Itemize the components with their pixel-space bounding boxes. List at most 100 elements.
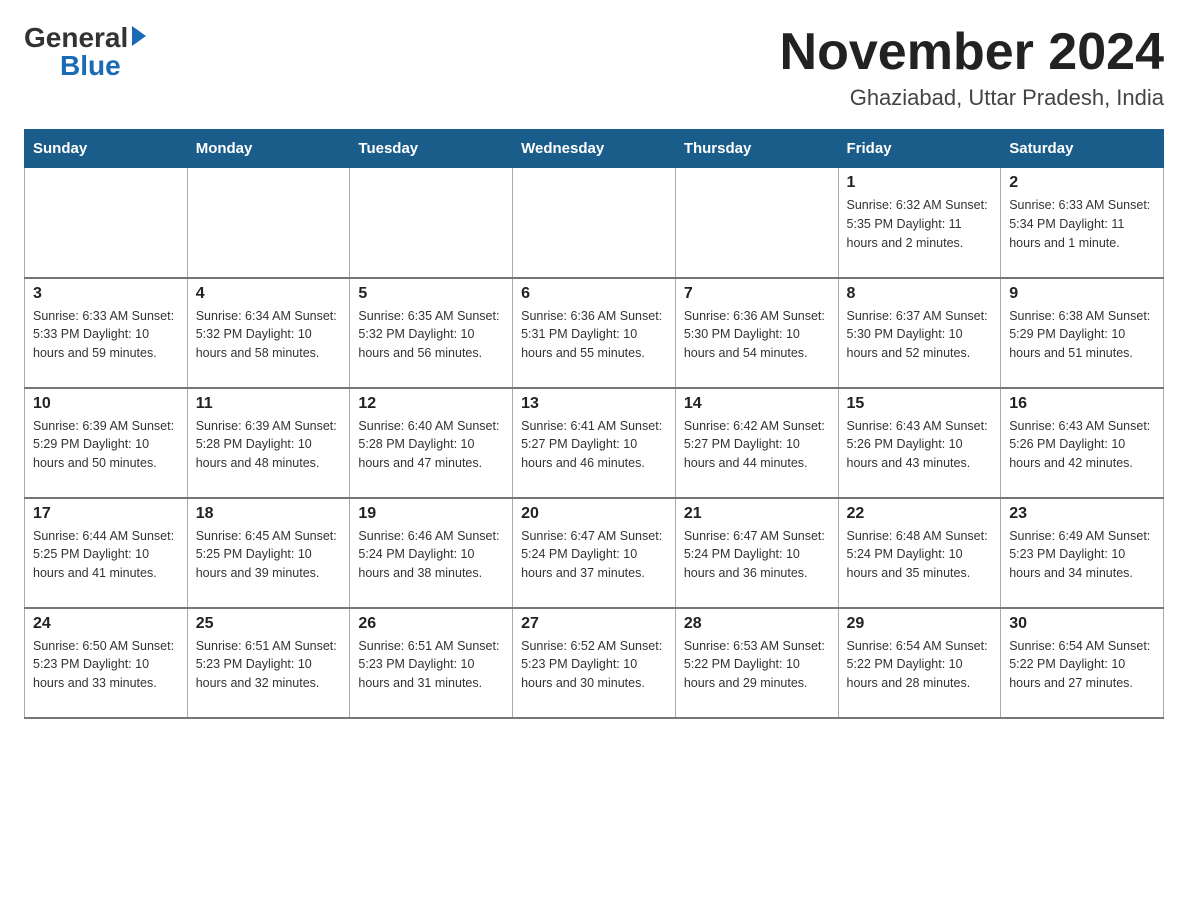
day-info: Sunrise: 6:44 AM Sunset: 5:25 PM Dayligh…	[33, 527, 179, 583]
calendar-cell: 2 Sunrise: 6:33 AM Sunset: 5:34 PM Daylig…	[1001, 168, 1164, 278]
page-header: General Blue November 2024 Ghaziabad, Ut…	[24, 24, 1164, 111]
calendar-week-row: 1Sunrise: 6:32 AM Sunset: 5:35 PM Daylig…	[25, 168, 1164, 278]
calendar-cell: 10 Sunrise: 6:39 AM Sunset: 5:29 PM Dayli…	[25, 388, 188, 498]
day-info: Sunrise: 6:47 AM Sunset: 5:24 PM Dayligh…	[684, 527, 830, 583]
day-number: 2	[1009, 174, 1155, 192]
day-number: 1	[847, 174, 993, 192]
calendar-cell: 23 Sunrise: 6:49 AM Sunset: 5:23 PM Dayli…	[1001, 498, 1164, 608]
day-info: Sunrise: 6:51 AM Sunset: 5:23 PM Dayligh…	[196, 637, 342, 693]
calendar-cell: 5 Sunrise: 6:35 AM Sunset: 5:32 PM Daylig…	[350, 278, 513, 388]
day-number: 26	[358, 615, 504, 633]
logo-blue-text: Blue	[60, 50, 121, 81]
day-info: Sunrise: 6:41 AM Sunset: 5:27 PM Dayligh…	[521, 417, 667, 473]
calendar-table: SundayMondayTuesdayWednesdayThursdayFrid…	[24, 129, 1164, 719]
calendar-week-row: 3Sunrise: 6:33 AM Sunset: 5:33 PM Daylig…	[25, 278, 1164, 388]
day-number: 6	[521, 285, 667, 303]
calendar-cell: 26 Sunrise: 6:51 AM Sunset: 5:23 PM Dayli…	[350, 608, 513, 718]
day-number: 13	[521, 395, 667, 413]
calendar-week-row: 17Sunrise: 6:44 AM Sunset: 5:25 PM Dayli…	[25, 498, 1164, 608]
calendar-cell: 4Sunrise: 6:34 AM Sunset: 5:32 PM Daylig…	[187, 278, 350, 388]
calendar-cell: 15 Sunrise: 6:43 AM Sunset: 5:26 PM Dayli…	[838, 388, 1001, 498]
calendar-cell: 20 Sunrise: 6:47 AM Sunset: 5:24 PM Dayli…	[513, 498, 676, 608]
weekday-header-sunday: Sunday	[25, 130, 188, 168]
calendar-cell: 13 Sunrise: 6:41 AM Sunset: 5:27 PM Dayli…	[513, 388, 676, 498]
calendar-location: Ghaziabad, Uttar Pradesh, India	[780, 85, 1164, 111]
calendar-cell: 14 Sunrise: 6:42 AM Sunset: 5:27 PM Dayli…	[675, 388, 838, 498]
day-number: 20	[521, 505, 667, 523]
calendar-cell: 25 Sunrise: 6:51 AM Sunset: 5:23 PM Dayli…	[187, 608, 350, 718]
weekday-header-friday: Friday	[838, 130, 1001, 168]
calendar-body: 1Sunrise: 6:32 AM Sunset: 5:35 PM Daylig…	[25, 168, 1164, 718]
weekday-header-thursday: Thursday	[675, 130, 838, 168]
day-number: 25	[196, 615, 342, 633]
calendar-cell	[675, 168, 838, 278]
calendar-cell	[187, 168, 350, 278]
day-number: 30	[1009, 615, 1155, 633]
weekday-header-row: SundayMondayTuesdayWednesdayThursdayFrid…	[25, 130, 1164, 168]
day-number: 9	[1009, 285, 1155, 303]
day-info: Sunrise: 6:45 AM Sunset: 5:25 PM Dayligh…	[196, 527, 342, 583]
day-number: 15	[847, 395, 993, 413]
calendar-cell: 7 Sunrise: 6:36 AM Sunset: 5:30 PM Daylig…	[675, 278, 838, 388]
day-info: Sunrise: 6:49 AM Sunset: 5:23 PM Dayligh…	[1009, 527, 1155, 583]
calendar-header: SundayMondayTuesdayWednesdayThursdayFrid…	[25, 130, 1164, 168]
day-info: Sunrise: 6:37 AM Sunset: 5:30 PM Dayligh…	[847, 307, 993, 363]
day-info: Sunrise: 6:46 AM Sunset: 5:24 PM Dayligh…	[358, 527, 504, 583]
day-info: Sunrise: 6:47 AM Sunset: 5:24 PM Dayligh…	[521, 527, 667, 583]
day-number: 23	[1009, 505, 1155, 523]
day-info: Sunrise: 6:33 AM Sunset: 5:34 PM Dayligh…	[1009, 196, 1155, 252]
day-number: 4	[196, 285, 342, 303]
logo-general-text: General	[24, 24, 128, 52]
day-number: 7	[684, 285, 830, 303]
day-number: 18	[196, 505, 342, 523]
day-number: 10	[33, 395, 179, 413]
day-info: Sunrise: 6:38 AM Sunset: 5:29 PM Dayligh…	[1009, 307, 1155, 363]
day-info: Sunrise: 6:51 AM Sunset: 5:23 PM Dayligh…	[358, 637, 504, 693]
day-info: Sunrise: 6:48 AM Sunset: 5:24 PM Dayligh…	[847, 527, 993, 583]
calendar-cell: 30 Sunrise: 6:54 AM Sunset: 5:22 PM Dayli…	[1001, 608, 1164, 718]
day-number: 19	[358, 505, 504, 523]
day-info: Sunrise: 6:50 AM Sunset: 5:23 PM Dayligh…	[33, 637, 179, 693]
calendar-cell: 11Sunrise: 6:39 AM Sunset: 5:28 PM Dayli…	[187, 388, 350, 498]
calendar-cell: 27 Sunrise: 6:52 AM Sunset: 5:23 PM Dayli…	[513, 608, 676, 718]
day-info: Sunrise: 6:54 AM Sunset: 5:22 PM Dayligh…	[1009, 637, 1155, 693]
logo-arrow-icon	[132, 26, 146, 46]
calendar-cell: 29 Sunrise: 6:54 AM Sunset: 5:22 PM Dayli…	[838, 608, 1001, 718]
day-number: 8	[847, 285, 993, 303]
day-info: Sunrise: 6:40 AM Sunset: 5:28 PM Dayligh…	[358, 417, 504, 473]
day-number: 24	[33, 615, 179, 633]
calendar-cell: 21Sunrise: 6:47 AM Sunset: 5:24 PM Dayli…	[675, 498, 838, 608]
calendar-title-block: November 2024 Ghaziabad, Uttar Pradesh, …	[780, 24, 1164, 111]
calendar-cell: 16Sunrise: 6:43 AM Sunset: 5:26 PM Dayli…	[1001, 388, 1164, 498]
day-number: 5	[358, 285, 504, 303]
calendar-cell: 9 Sunrise: 6:38 AM Sunset: 5:29 PM Daylig…	[1001, 278, 1164, 388]
day-info: Sunrise: 6:42 AM Sunset: 5:27 PM Dayligh…	[684, 417, 830, 473]
day-info: Sunrise: 6:43 AM Sunset: 5:26 PM Dayligh…	[847, 417, 993, 473]
calendar-cell: 28 Sunrise: 6:53 AM Sunset: 5:22 PM Dayli…	[675, 608, 838, 718]
calendar-cell: 17Sunrise: 6:44 AM Sunset: 5:25 PM Dayli…	[25, 498, 188, 608]
day-number: 14	[684, 395, 830, 413]
day-info: Sunrise: 6:36 AM Sunset: 5:30 PM Dayligh…	[684, 307, 830, 363]
weekday-header-wednesday: Wednesday	[513, 130, 676, 168]
calendar-cell	[513, 168, 676, 278]
calendar-month-year: November 2024	[780, 24, 1164, 81]
day-info: Sunrise: 6:54 AM Sunset: 5:22 PM Dayligh…	[847, 637, 993, 693]
day-info: Sunrise: 6:33 AM Sunset: 5:33 PM Dayligh…	[33, 307, 179, 363]
day-number: 28	[684, 615, 830, 633]
calendar-cell: 18 Sunrise: 6:45 AM Sunset: 5:25 PM Dayli…	[187, 498, 350, 608]
day-info: Sunrise: 6:52 AM Sunset: 5:23 PM Dayligh…	[521, 637, 667, 693]
day-info: Sunrise: 6:35 AM Sunset: 5:32 PM Dayligh…	[358, 307, 504, 363]
day-number: 29	[847, 615, 993, 633]
weekday-header-saturday: Saturday	[1001, 130, 1164, 168]
calendar-cell: 22Sunrise: 6:48 AM Sunset: 5:24 PM Dayli…	[838, 498, 1001, 608]
day-info: Sunrise: 6:39 AM Sunset: 5:29 PM Dayligh…	[33, 417, 179, 473]
weekday-header-monday: Monday	[187, 130, 350, 168]
day-number: 12	[358, 395, 504, 413]
day-info: Sunrise: 6:43 AM Sunset: 5:26 PM Dayligh…	[1009, 417, 1155, 473]
calendar-cell	[350, 168, 513, 278]
calendar-cell: 3Sunrise: 6:33 AM Sunset: 5:33 PM Daylig…	[25, 278, 188, 388]
day-info: Sunrise: 6:53 AM Sunset: 5:22 PM Dayligh…	[684, 637, 830, 693]
day-number: 27	[521, 615, 667, 633]
calendar-cell: 6Sunrise: 6:36 AM Sunset: 5:31 PM Daylig…	[513, 278, 676, 388]
day-number: 11	[196, 395, 342, 413]
